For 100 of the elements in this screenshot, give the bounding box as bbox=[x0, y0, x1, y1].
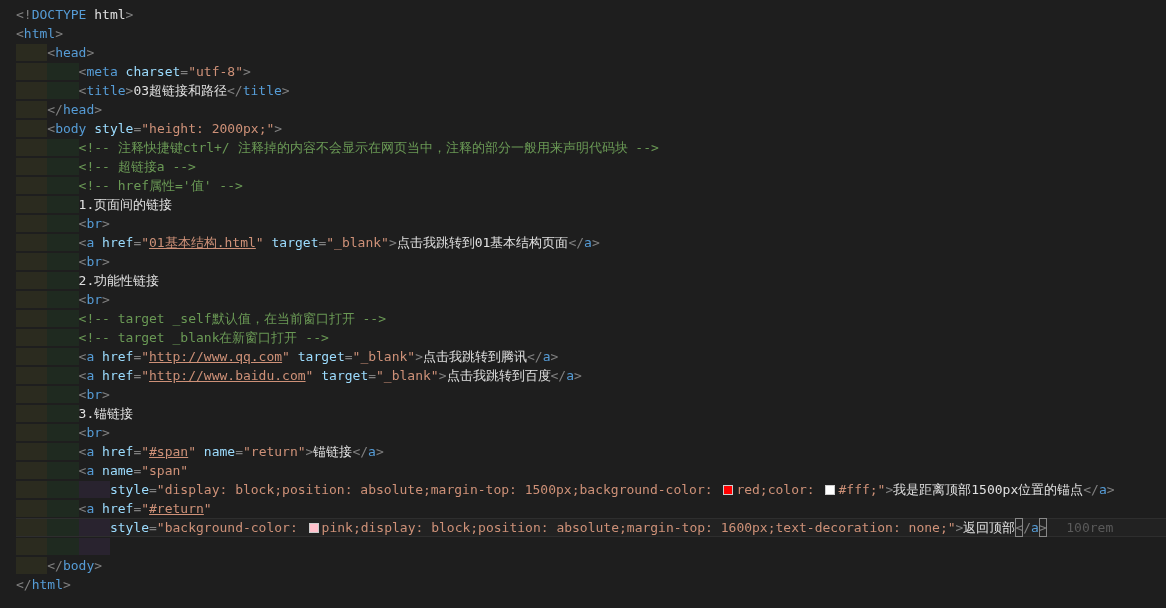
bracket: < bbox=[47, 119, 56, 138]
bracket: </ bbox=[227, 81, 243, 100]
attribute-name: name bbox=[101, 461, 134, 480]
bracket: </ bbox=[1083, 480, 1099, 499]
bracket: > bbox=[438, 366, 447, 385]
bracket: > bbox=[86, 43, 95, 62]
bracket: <! bbox=[16, 5, 32, 24]
bracket: = bbox=[133, 499, 142, 518]
inline-hint: 100rem bbox=[1066, 518, 1114, 537]
bracket: > bbox=[550, 347, 559, 366]
tag-name: a bbox=[86, 233, 95, 252]
tag-name: a bbox=[86, 347, 95, 366]
bracket: </ bbox=[527, 347, 543, 366]
tag-name: title bbox=[242, 81, 282, 100]
attribute-value: " bbox=[282, 347, 290, 366]
bracket: > bbox=[125, 5, 134, 24]
bracket: > bbox=[94, 556, 103, 575]
bracket: = bbox=[133, 366, 142, 385]
attribute-value: " bbox=[141, 442, 150, 461]
attribute-value: "_blank" bbox=[376, 366, 439, 385]
bracket: = bbox=[133, 461, 142, 480]
bracket: < bbox=[47, 43, 56, 62]
attribute-name: style bbox=[93, 119, 134, 138]
code-comment: <!-- target _blank在新窗口打开 --> bbox=[78, 328, 329, 347]
bracket: </ bbox=[550, 366, 567, 385]
attribute-value: " bbox=[203, 499, 212, 518]
bracket: </ bbox=[352, 442, 369, 461]
bracket: > bbox=[94, 100, 103, 119]
bracket: < bbox=[78, 461, 87, 480]
attribute-value: "height: 2000px;" bbox=[141, 119, 275, 138]
bracket: > bbox=[102, 423, 110, 442]
tag-name: br bbox=[86, 252, 103, 271]
code-text: 点击我跳转到腾讯 bbox=[423, 347, 527, 366]
attribute-value: " bbox=[305, 366, 314, 385]
bracket: > bbox=[125, 81, 134, 100]
tag-name: a bbox=[86, 499, 95, 518]
bracket: < bbox=[78, 81, 87, 100]
attribute-name: target bbox=[296, 347, 345, 366]
bracket: = bbox=[133, 233, 142, 252]
bracket: = bbox=[344, 347, 353, 366]
tag-name: body bbox=[62, 556, 95, 575]
bracket: = bbox=[235, 442, 243, 461]
tag-name: br bbox=[86, 290, 103, 309]
tag-name: a bbox=[86, 461, 95, 480]
bracket: > bbox=[102, 252, 110, 271]
tag-name: html bbox=[31, 575, 63, 594]
tag-name: head bbox=[62, 100, 95, 119]
bracket: < bbox=[16, 24, 24, 43]
tag-name: a bbox=[566, 366, 574, 385]
code-comment: <!-- 注释快捷键ctrl+/ 注释掉的内容不会显示在网页当中，注释的部分一般用来声明代码块 --> bbox=[78, 138, 659, 157]
attribute-value: " bbox=[141, 366, 150, 385]
bracket: < bbox=[78, 385, 87, 404]
tag-name: html bbox=[23, 24, 56, 43]
bracket: > bbox=[375, 442, 384, 461]
attribute-value: "_blank" bbox=[326, 233, 389, 252]
code-text: 点击我跳转到百度 bbox=[446, 366, 551, 385]
attribute-value: "span" bbox=[141, 461, 189, 480]
code-comment: <!-- 超链接a --> bbox=[78, 157, 196, 176]
code-text: 返回顶部 bbox=[963, 518, 1016, 537]
code-text: 3.锚链接 bbox=[78, 404, 134, 423]
attribute-value: "_blank" bbox=[352, 347, 416, 366]
code-text: 03超链接和路径 bbox=[133, 81, 228, 100]
bracket: = bbox=[149, 480, 157, 499]
bracket: < bbox=[78, 62, 87, 81]
bracket: > bbox=[102, 385, 110, 404]
tag-name: a bbox=[1098, 480, 1107, 499]
tag-name: head bbox=[55, 43, 87, 62]
tag-name: title bbox=[86, 81, 126, 100]
bracket: < bbox=[78, 214, 87, 233]
bracket: > bbox=[1106, 480, 1115, 499]
bracket: > bbox=[102, 214, 110, 233]
code-text: 点击我跳转到01基本结构页面 bbox=[396, 233, 569, 252]
attribute-value: " bbox=[255, 233, 264, 252]
code-text: 2.功能性链接 bbox=[78, 271, 160, 290]
bracket: < bbox=[78, 499, 87, 518]
attribute-value: red;color: bbox=[736, 480, 816, 499]
bracket: > bbox=[388, 233, 397, 252]
bracket: < bbox=[78, 233, 87, 252]
bracket: < bbox=[78, 290, 87, 309]
bracket: > bbox=[55, 24, 63, 43]
bracket: < bbox=[78, 423, 87, 442]
tag-name: a bbox=[86, 442, 95, 461]
attribute-name: name bbox=[202, 442, 236, 461]
attribute-value: "return" bbox=[243, 442, 306, 461]
bracket: < bbox=[78, 347, 87, 366]
tag-name: br bbox=[86, 423, 103, 442]
bracket: > bbox=[281, 81, 290, 100]
bracket: = bbox=[318, 233, 327, 252]
bracket: </ bbox=[16, 575, 32, 594]
attribute-name: href bbox=[101, 347, 134, 366]
bracket: > bbox=[102, 290, 110, 309]
attribute-name: href bbox=[101, 366, 134, 385]
tag-name: br bbox=[86, 214, 103, 233]
tag-name: body bbox=[55, 119, 87, 138]
bracket: = bbox=[133, 442, 142, 461]
attribute-value: "utf-8" bbox=[188, 62, 243, 81]
attribute-name: style bbox=[109, 518, 150, 537]
bracket: > bbox=[885, 480, 894, 499]
attribute-name: href bbox=[101, 233, 134, 252]
attribute-value: " bbox=[141, 347, 150, 366]
